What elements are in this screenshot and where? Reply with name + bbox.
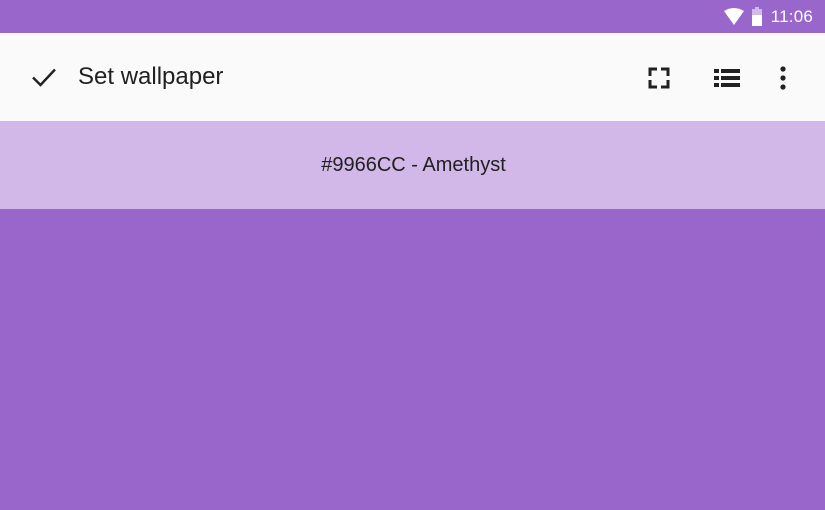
color-name-label: #9966CC - Amethyst [321, 153, 506, 176]
toolbar: Set wallpaper [0, 33, 825, 121]
fullscreen-icon[interactable] [644, 63, 674, 93]
wifi-icon [723, 7, 745, 26]
status-time: 11:06 [770, 6, 813, 26]
page-title: Set wallpaper [78, 63, 224, 90]
color-info-bar: #9966CC - Amethyst [0, 121, 825, 209]
more-vert-icon[interactable] [768, 63, 798, 93]
list-icon[interactable] [712, 63, 742, 93]
battery-icon [751, 6, 763, 27]
check-icon[interactable] [30, 65, 58, 89]
status-bar: 11:06 [0, 0, 825, 33]
wallpaper-preview[interactable] [0, 209, 825, 510]
